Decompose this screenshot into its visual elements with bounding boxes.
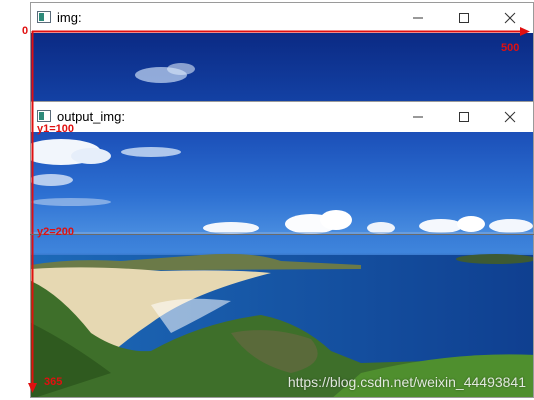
img-minimize-button[interactable]	[395, 3, 441, 33]
img-titlebar[interactable]: img:	[31, 3, 533, 33]
x-max-label: 500	[501, 42, 520, 54]
output-img-titlebar[interactable]: output_img:	[31, 102, 533, 132]
output-img-canvas	[31, 132, 533, 234]
y-max-label: 365	[44, 376, 63, 388]
minimize-icon	[413, 17, 423, 19]
close-icon	[504, 111, 516, 123]
image-app-icon	[37, 11, 51, 23]
close-icon	[504, 12, 516, 24]
output-img-window: output_img:	[30, 101, 534, 235]
maximize-icon	[459, 112, 469, 122]
watermark: https://blog.csdn.net/weixin_44493841	[287, 374, 526, 390]
cropped-sky-photo	[31, 132, 533, 234]
y1-label: y1=100	[37, 123, 75, 135]
maximize-icon	[459, 13, 469, 23]
output-img-close-button[interactable]	[487, 102, 533, 132]
output-img-window-title: output_img:	[57, 109, 125, 124]
y2-label: y2=200	[37, 226, 75, 238]
img-close-button[interactable]	[487, 3, 533, 33]
img-maximize-button[interactable]	[441, 3, 487, 33]
minimize-icon	[413, 116, 423, 118]
image-app-icon	[37, 110, 51, 122]
origin-label: 0	[22, 25, 29, 37]
output-img-maximize-button[interactable]	[441, 102, 487, 132]
output-img-minimize-button[interactable]	[395, 102, 441, 132]
img-window-title: img:	[57, 10, 82, 25]
